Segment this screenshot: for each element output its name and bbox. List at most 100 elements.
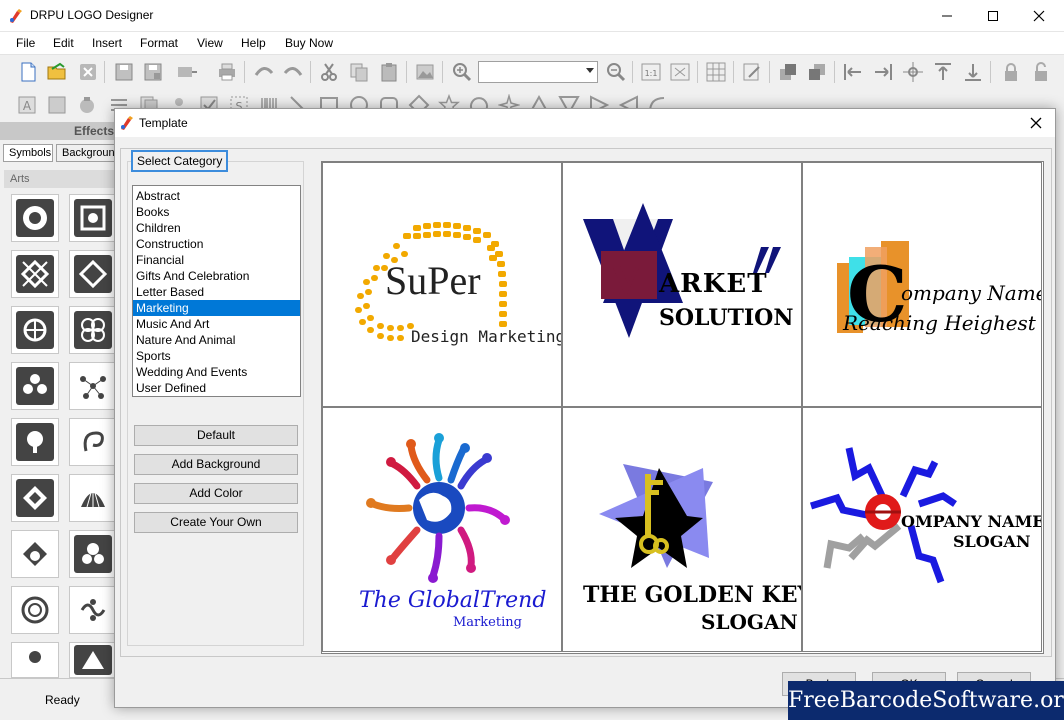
maximize-button[interactable]	[970, 0, 1016, 32]
leaf-symbol-icon	[82, 543, 104, 564]
align-center-icon[interactable]	[902, 61, 924, 83]
minimize-button[interactable]	[924, 0, 970, 32]
category-item-children[interactable]: Children	[133, 220, 300, 236]
menu-file[interactable]: File	[16, 36, 35, 50]
category-item-user-defined[interactable]: User Defined	[133, 380, 300, 396]
symbol-tile[interactable]	[11, 530, 59, 578]
paste-icon[interactable]	[378, 61, 400, 83]
new-file-icon[interactable]	[17, 61, 39, 83]
redo-icon[interactable]	[282, 61, 304, 83]
text-tool-icon[interactable]: A	[16, 94, 38, 116]
cut-icon[interactable]	[318, 61, 340, 83]
symbol-tile[interactable]	[69, 586, 117, 634]
dialog-close-button[interactable]	[1021, 111, 1051, 135]
add-color-button[interactable]: Add Color	[134, 483, 298, 504]
menu-view[interactable]: View	[197, 36, 223, 50]
menu-insert[interactable]: Insert	[92, 36, 122, 50]
edit-properties-icon[interactable]	[741, 61, 763, 83]
tab-symbols[interactable]: Symbols	[3, 144, 53, 162]
category-item-abstract[interactable]: Abstract	[133, 188, 300, 204]
category-item-construction[interactable]: Construction	[133, 236, 300, 252]
category-item-wedding-and-events[interactable]: Wedding And Events	[133, 364, 300, 380]
symbol-tile[interactable]	[69, 418, 117, 466]
symbol-tile[interactable]	[69, 250, 117, 298]
symbol-tile[interactable]	[69, 530, 117, 578]
template-globaltrend-line1: The GlobalTrend	[359, 588, 547, 613]
template-card-globaltrend[interactable]: The GlobalTrend Marketing	[322, 407, 562, 652]
create-your-own-button[interactable]: Create Your Own	[134, 512, 298, 533]
template-company-line2: Reaching Heighest	[843, 311, 1036, 335]
symbol-tile[interactable]	[11, 306, 59, 354]
zoom-out-icon[interactable]	[605, 61, 627, 83]
grid-icon[interactable]	[705, 61, 727, 83]
rhombus-symbol-icon	[23, 486, 47, 510]
align-right-icon[interactable]	[872, 61, 894, 83]
fit-to-window-icon[interactable]	[669, 61, 691, 83]
category-item-marketing[interactable]: Marketing	[133, 300, 300, 316]
print-icon[interactable]	[216, 61, 238, 83]
zoom-level-select[interactable]	[478, 61, 598, 83]
zoom-in-icon[interactable]	[451, 61, 473, 83]
image-tool-icon[interactable]	[76, 94, 98, 116]
open-folder-icon[interactable]	[46, 61, 68, 83]
template-card-super[interactable]: SuPer Design Marketing	[322, 162, 562, 407]
lock-icon[interactable]	[1000, 61, 1022, 83]
template-company-slogan-line2: SLOGAN	[953, 532, 1031, 551]
save-icon[interactable]	[113, 61, 135, 83]
unlock-icon[interactable]	[1030, 61, 1052, 83]
category-group-label: Select Category	[131, 150, 229, 172]
symbol-tile[interactable]	[11, 418, 59, 466]
category-item-sports[interactable]: Sports	[133, 348, 300, 364]
menu-bar: File Edit Insert Format View Help Buy No…	[0, 32, 1064, 54]
save-as-icon[interactable]	[142, 61, 164, 83]
category-item-gifts-and-celebration[interactable]: Gifts And Celebration	[133, 268, 300, 284]
category-list[interactable]: Abstract Books Children Construction Fin…	[132, 185, 301, 397]
menu-edit[interactable]: Edit	[53, 36, 74, 50]
bring-to-front-icon[interactable]	[777, 61, 799, 83]
add-background-button[interactable]: Add Background	[134, 454, 298, 475]
template-dialog: Template Select Category Abstract Books …	[114, 108, 1056, 708]
fan-symbol-icon	[23, 542, 47, 566]
close-document-icon[interactable]	[77, 61, 99, 83]
symbol-tile[interactable]	[69, 642, 117, 678]
wordart-tool-icon[interactable]	[46, 94, 68, 116]
category-item-financial[interactable]: Financial	[133, 252, 300, 268]
align-top-icon[interactable]	[932, 61, 954, 83]
image-icon[interactable]	[414, 61, 436, 83]
send-to-back-icon[interactable]	[806, 61, 828, 83]
template-card-company-slogan[interactable]: OMPANY NAME SLOGAN	[802, 407, 1042, 652]
symbol-tile[interactable]	[69, 306, 117, 354]
symbol-tile[interactable]	[11, 474, 59, 522]
category-item-books[interactable]: Books	[133, 204, 300, 220]
template-card-market-solution[interactable]: M ARKET SOLUTION	[562, 162, 802, 407]
template-globaltrend-line2: Marketing	[453, 615, 522, 630]
symbol-tile[interactable]	[11, 362, 59, 410]
symbol-tile[interactable]	[69, 362, 117, 410]
arrow-symbol-icon	[82, 651, 104, 669]
symbol-tile[interactable]	[69, 194, 117, 242]
align-left-icon[interactable]	[842, 61, 864, 83]
export-icon[interactable]	[176, 61, 198, 83]
app-logo-icon	[121, 116, 133, 130]
menu-format[interactable]: Format	[140, 36, 178, 50]
category-item-letter-based[interactable]: Letter Based	[133, 284, 300, 300]
template-card-company-name[interactable]: C ompany Name Reaching Heighest	[802, 162, 1042, 407]
undo-icon[interactable]	[253, 61, 275, 83]
knot-symbol-icon	[80, 205, 106, 231]
symbol-tile[interactable]	[11, 194, 59, 242]
template-card-golden-key[interactable]: THE GOLDEN KEY SLOGAN	[562, 407, 802, 652]
tab-backgrounds[interactable]: Backgrounds	[56, 144, 116, 162]
symbol-tile[interactable]	[11, 642, 59, 678]
close-button[interactable]	[1016, 0, 1062, 32]
copy-icon[interactable]	[348, 61, 370, 83]
align-bottom-icon[interactable]	[962, 61, 984, 83]
category-item-music-and-art[interactable]: Music And Art	[133, 316, 300, 332]
symbol-tile[interactable]	[11, 586, 59, 634]
default-button[interactable]: Default	[134, 425, 298, 446]
actual-size-icon[interactable]: 1:1	[640, 61, 662, 83]
category-item-nature-and-animal[interactable]: Nature And Animal	[133, 332, 300, 348]
symbol-tile[interactable]	[69, 474, 117, 522]
menu-help[interactable]: Help	[241, 36, 266, 50]
symbol-tile[interactable]	[11, 250, 59, 298]
menu-buy-now[interactable]: Buy Now	[285, 36, 333, 50]
